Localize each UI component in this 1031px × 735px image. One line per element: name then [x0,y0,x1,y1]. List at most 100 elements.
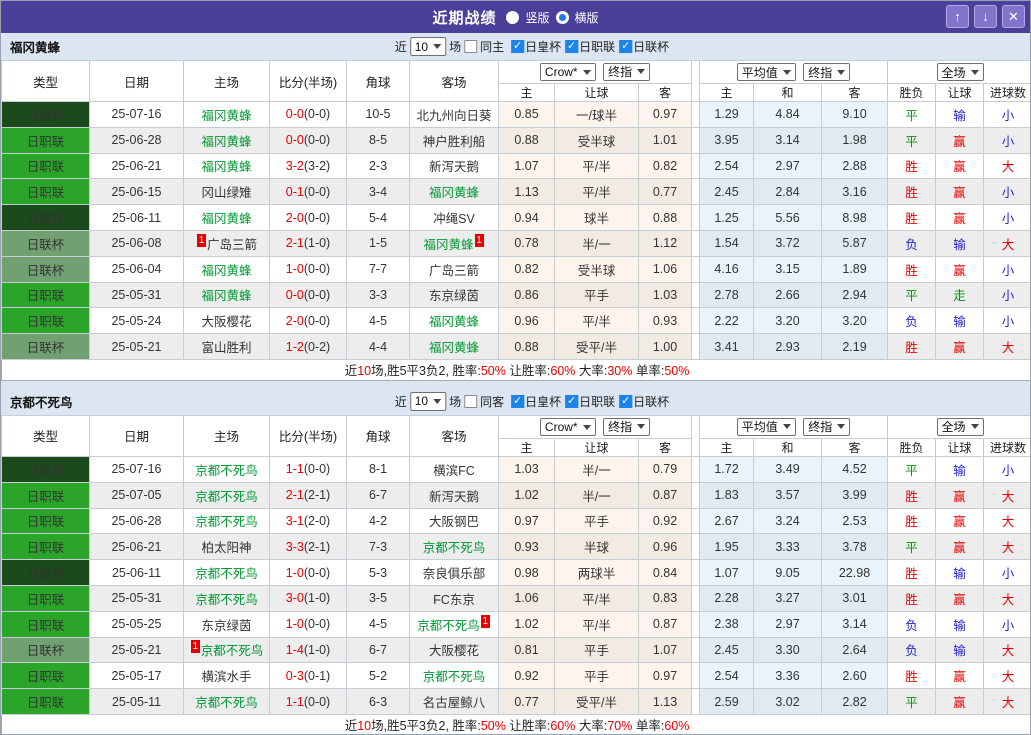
average-group: 平均值 终指 [698,414,889,439]
col-score: 比分(半场) [269,414,347,457]
average-select[interactable]: 平均值 [736,63,796,81]
match-count-select[interactable]: 10 [409,37,447,56]
handicap-result-cell: 输 [935,559,985,586]
team-link[interactable]: 福冈黄蜂 [201,289,251,303]
team-link[interactable]: 横滨FC [433,464,475,478]
team-link[interactable]: 广岛三箭 [207,238,257,252]
team-link[interactable]: 京都不死鸟 [417,619,480,633]
team-link[interactable]: 东京绿茵 [201,619,251,633]
hcp-home-odds-cell: 1.03 [498,455,555,483]
fulltime-select[interactable]: 全场 [936,417,984,436]
vertical-layout-radio[interactable] [506,10,520,24]
team-link[interactable]: 广岛三箭 [429,264,479,278]
odds-stage-select-2[interactable]: 终指 [803,417,851,436]
team-link[interactable]: 京都不死鸟 [423,670,486,684]
team-link[interactable]: 京都不死鸟 [423,541,486,555]
team-link[interactable]: 京都不死鸟 [195,515,258,529]
hcp-away-odds-cell: 0.88 [638,204,692,231]
team-link[interactable]: 柏太阳神 [201,541,251,555]
team-link[interactable]: 东京绿茵 [429,289,479,303]
halftime-score: (0-0) [303,617,331,632]
average-select[interactable]: 平均值 [736,417,796,436]
team-link[interactable]: 福冈黄蜂 [429,315,479,329]
team-link[interactable]: 名古屋鲸八 [423,696,486,710]
home-team-cell: 京都不死鸟 [183,584,270,612]
spacer-cell [691,255,700,283]
hcp-away-odds-cell: 1.07 [638,636,692,664]
winloss-result-cell: 负 [887,610,937,638]
goals-result-cell: 大 [983,229,1030,257]
team-link[interactable]: 福冈黄蜂 [201,109,251,123]
league-filter-checkbox[interactable]: ✓ [511,394,525,408]
team-link[interactable]: 大阪钢巴 [429,515,479,529]
team-link[interactable]: 富山胜利 [201,341,251,355]
team-link[interactable]: 冲绳SV [433,212,475,226]
team-link[interactable]: 新泻天鹅 [429,160,479,174]
odds-stage-select[interactable]: 终指 [603,62,651,81]
league-filter-group: ✓ 日皇杯 ✓ 日职联 ✓ 日联杯 [507,393,669,410]
chevron-down-icon [582,69,591,75]
team-link[interactable]: 京都不死鸟 [195,464,258,478]
date-cell: 25-07-05 [89,481,184,509]
league-filter-checkbox[interactable]: ✓ [565,394,579,408]
team-link[interactable]: 京都不死鸟 [195,490,258,504]
same-venue-checkbox[interactable] [464,40,478,53]
hcp-away-odds-cell: 0.87 [638,481,692,509]
team-link[interactable]: 京都不死鸟 [195,567,258,581]
close-button[interactable]: ✕ [1002,5,1025,28]
hcp-away-odds-cell: 0.87 [638,610,692,638]
league-filter-checkbox[interactable]: ✓ [619,394,633,408]
team-link[interactable]: 奈良俱乐部 [423,567,486,581]
corners-cell: 4-5 [346,610,410,638]
avg-away-odds-cell: 2.64 [820,636,889,664]
team-link[interactable]: 福冈黄蜂 [201,264,251,278]
team-link[interactable]: 福冈黄蜂 [201,135,251,149]
match-row: 日职联 25-06-21 福冈黄蜂 3-2(3-2) 2-3 新泻天鹅 1.07 平/半 0.8… [1,152,1030,180]
horizontal-layout-radio[interactable] [555,10,569,24]
hcp-home-odds-cell: 0.86 [498,281,555,309]
league-filter-checkbox[interactable]: ✓ [565,40,579,53]
team-link[interactable]: 京都不死鸟 [195,696,258,710]
date-cell: 25-05-25 [89,610,184,638]
substitution-badge: 1 [190,640,200,654]
panel-title: 近期战绩 [432,9,497,27]
score-cell: 0-3(0-1) [269,662,347,690]
bookmaker-select[interactable]: Crow* [539,63,596,82]
goals-result-cell: 小 [983,307,1030,335]
team-link[interactable]: 福冈黄蜂 [423,238,473,252]
horizontal-layout-label: 横版 [574,10,599,25]
team-link[interactable]: 福冈黄蜂 [429,186,479,200]
odds-stage-select[interactable]: 终指 [603,417,651,436]
team-link[interactable]: 京都不死鸟 [201,644,264,658]
team-link[interactable]: 神户胜利船 [423,135,486,149]
same-venue-checkbox[interactable] [464,394,478,408]
spacer-cell [691,662,700,690]
bookmaker-select[interactable]: Crow* [539,418,596,437]
team-link[interactable]: 福冈黄蜂 [201,212,251,226]
league-filter-checkbox[interactable]: ✓ [511,40,525,53]
avg-home-odds-cell: 1.95 [699,533,754,561]
match-count-select[interactable]: 10 [409,391,447,411]
winloss-result-cell: 胜 [887,481,937,509]
team-link[interactable]: 福冈黄蜂 [429,341,479,355]
avg-away-odds-cell: 3.14 [820,610,889,638]
team-link[interactable]: 新泻天鹅 [429,490,479,504]
fulltime-score: 2-0 [285,210,304,225]
col-hcp-line: 让球 [554,437,639,457]
winloss-result-cell: 负 [887,636,937,664]
team-link[interactable]: 京都不死鸟 [195,593,258,607]
team-link[interactable]: 大阪樱花 [429,644,479,658]
odds-stage-select-2[interactable]: 终指 [803,63,851,81]
team-link[interactable]: 冈山绿雉 [201,186,251,200]
move-up-button[interactable]: ↑ [946,5,969,28]
team-link[interactable]: 福冈黄蜂 [201,160,251,174]
team-link[interactable]: FC东京 [433,593,475,607]
avg-away-odds-cell: 4.52 [820,455,889,483]
team-link[interactable]: 大阪樱花 [201,315,251,329]
team-link[interactable]: 北九州向日葵 [416,109,491,123]
league-filter-checkbox[interactable]: ✓ [619,40,633,53]
team-link[interactable]: 横滨水手 [201,670,251,684]
fulltime-select[interactable]: 全场 [936,63,984,81]
same-venue-label: 同客 [480,394,505,409]
move-down-button[interactable]: ↓ [974,5,997,28]
